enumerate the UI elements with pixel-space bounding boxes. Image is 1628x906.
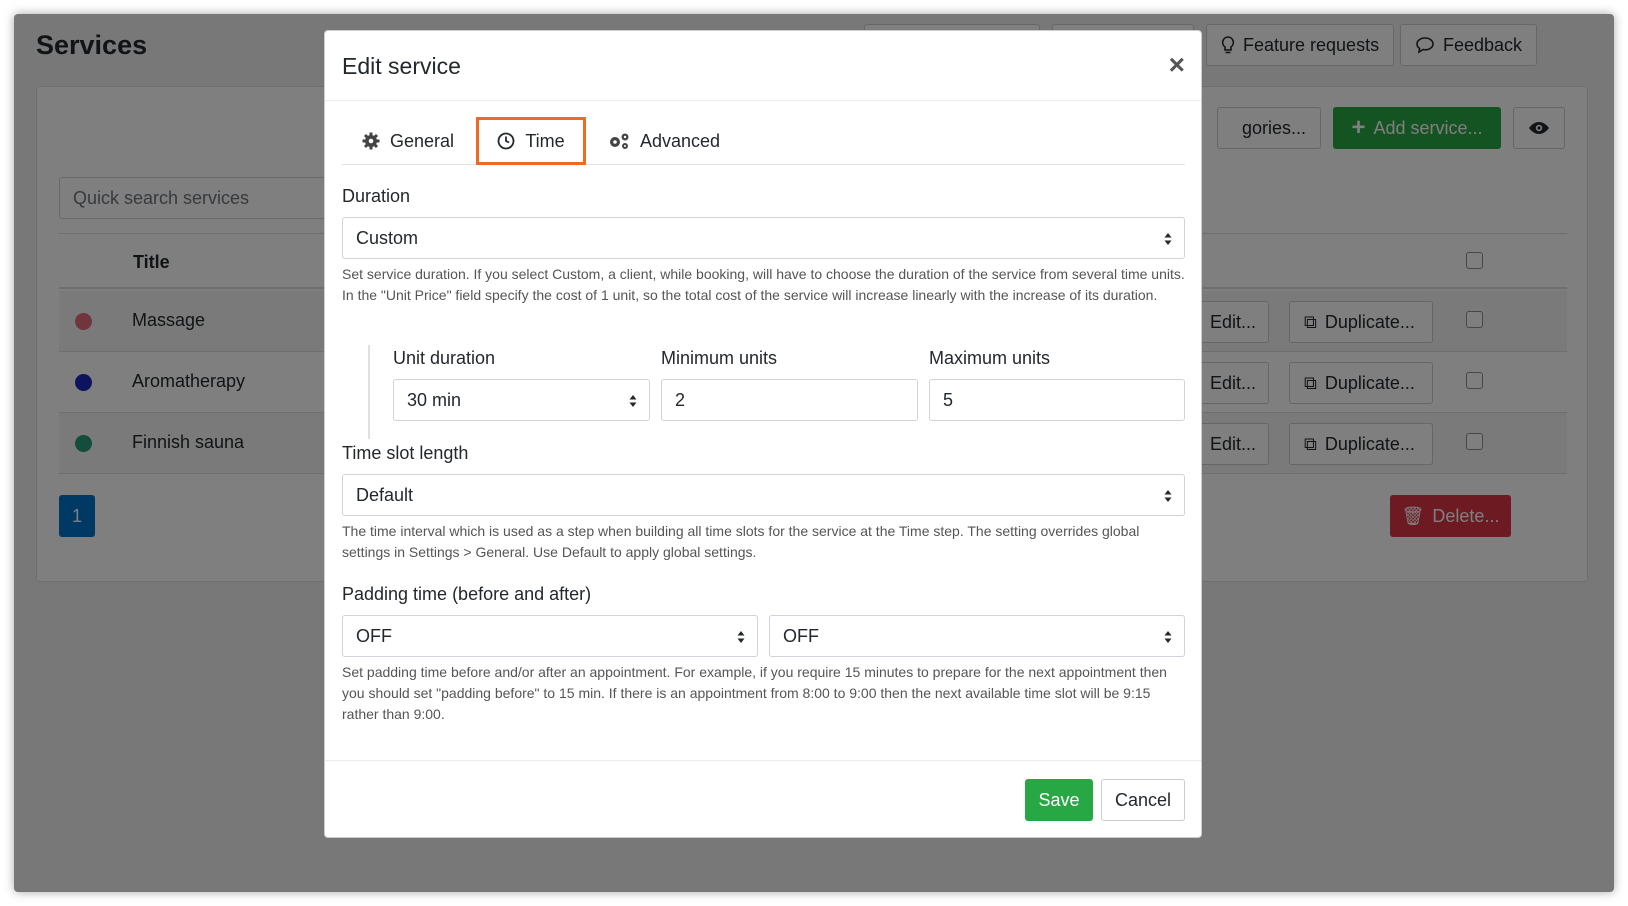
padding-help: Set padding time before and/or after an …	[342, 664, 1167, 722]
close-icon[interactable]: ×	[1169, 51, 1185, 79]
save-button[interactable]: Save	[1025, 779, 1093, 821]
time-slot-select[interactable]: Default	[342, 474, 1185, 516]
duration-label: Duration	[342, 186, 411, 206]
tab-general-label: General	[390, 130, 455, 151]
padding-label: Padding time (before and after)	[342, 584, 592, 604]
modal-header: Edit service ×	[325, 31, 1201, 101]
app-window: Services Feature requests Feedback Quick…	[14, 14, 1614, 892]
padding-after-value: OFF	[783, 625, 819, 646]
padding-before-select[interactable]: OFF	[342, 615, 758, 657]
time-slot-label: Time slot length	[342, 443, 469, 463]
padding-before-value: OFF	[356, 625, 392, 646]
unit-duration-select[interactable]: 30 min	[393, 379, 650, 421]
chevron-updown-icon	[1164, 490, 1172, 502]
time-slot-help: The time interval which is used as a ste…	[342, 523, 1140, 560]
chevron-updown-icon	[737, 631, 745, 643]
chevron-updown-icon	[1164, 631, 1172, 643]
modal-title: Edit service	[342, 53, 461, 79]
padding-after-select[interactable]: OFF	[769, 615, 1185, 657]
minimum-units-label: Minimum units	[661, 348, 778, 368]
cancel-button[interactable]: Cancel	[1101, 779, 1185, 821]
maximum-units-input[interactable]: 5	[929, 379, 1185, 421]
minimum-units-input[interactable]: 2	[661, 379, 918, 421]
chevron-updown-icon	[629, 395, 637, 407]
tab-time[interactable]: Time	[476, 117, 586, 165]
maximum-units-label: Maximum units	[929, 348, 1051, 368]
duration-help: Set service duration. If you select Cust…	[342, 266, 1185, 303]
edit-service-modal: Edit service × General Time Advanced Dur…	[324, 30, 1202, 838]
tab-advanced-label: Advanced	[640, 130, 721, 151]
duration-select[interactable]: Custom	[342, 217, 1185, 259]
clock-icon	[497, 132, 515, 150]
modal-tabs: General Time Advanced	[342, 117, 1185, 165]
tab-advanced[interactable]: Advanced	[608, 117, 720, 165]
gear-icon	[362, 132, 380, 150]
unit-duration-label: Unit duration	[393, 348, 496, 368]
gears-icon	[610, 133, 629, 149]
unit-duration-value: 30 min	[407, 389, 462, 410]
tab-general[interactable]: General	[362, 117, 454, 165]
indent-divider	[368, 345, 370, 439]
chevron-updown-icon	[1164, 233, 1172, 245]
time-slot-value: Default	[356, 484, 414, 505]
modal-footer: Save Cancel	[325, 760, 1201, 838]
tab-time-label: Time	[525, 130, 565, 151]
duration-value: Custom	[356, 227, 419, 248]
